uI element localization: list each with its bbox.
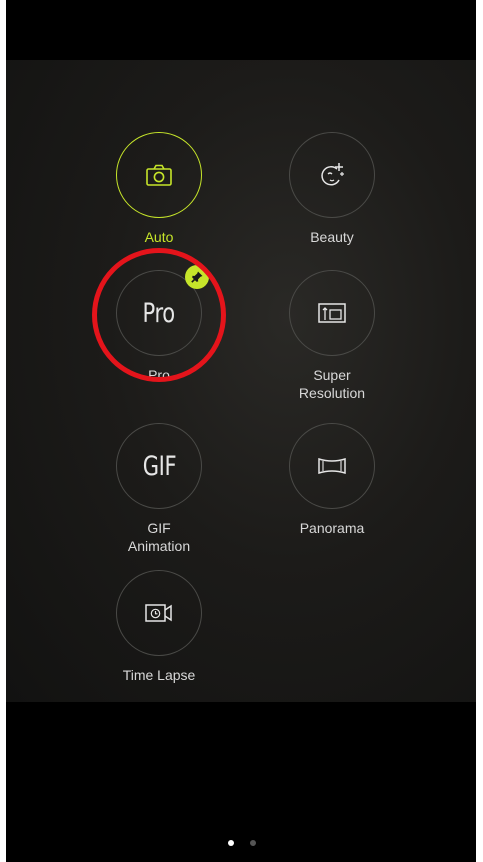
page-dot-active[interactable] (227, 840, 234, 846)
panorama-icon (318, 457, 346, 475)
mode-pro-button[interactable]: Pro (116, 265, 209, 356)
mode-panorama-button[interactable] (289, 423, 375, 509)
mode-beauty-label: Beauty (310, 229, 354, 245)
right-edge (476, 0, 483, 862)
mode-gif-animation[interactable]: GIF GIF Animation (104, 423, 214, 555)
mode-beauty-button[interactable] (289, 132, 375, 218)
mode-panorama-label: Panorama (299, 520, 365, 536)
page-dot-inactive[interactable] (249, 840, 256, 846)
camera-mode-screen: Auto Beauty Pro Pro Super Resolution GIF… (0, 0, 483, 862)
super-resolution-icon (318, 303, 346, 323)
mode-panorama[interactable]: Panorama (277, 423, 387, 537)
mode-super-resolution-label: Super Resolution (298, 367, 366, 401)
mode-time-lapse-button[interactable] (116, 570, 202, 656)
mode-super-resolution[interactable]: Super Resolution (277, 270, 387, 402)
bottom-area (6, 702, 476, 862)
mode-panel (6, 60, 476, 702)
mode-gif-circle-text: GIF (142, 450, 176, 482)
left-edge (0, 0, 6, 862)
page-indicator (0, 840, 483, 846)
mode-auto-button[interactable] (116, 132, 202, 218)
mode-auto[interactable]: Auto (104, 132, 214, 246)
mode-time-lapse[interactable]: Time Lapse (104, 570, 214, 684)
mode-gif-animation-label: GIF Animation (127, 520, 191, 554)
pin-icon[interactable] (185, 265, 209, 289)
top-bar (6, 0, 476, 60)
mode-gif-button[interactable]: GIF (116, 423, 202, 509)
mode-beauty[interactable]: Beauty (277, 132, 387, 246)
time-lapse-icon (145, 604, 172, 622)
mode-pro-circle-text: Pro (142, 297, 176, 329)
mode-pro-label: Pro (148, 367, 170, 383)
beauty-sparkle-icon (321, 163, 344, 186)
mode-auto-label: Auto (144, 229, 174, 245)
mode-super-resolution-button[interactable] (289, 270, 375, 356)
mode-pro[interactable]: Pro Pro (104, 265, 214, 384)
mode-time-lapse-label: Time Lapse (122, 667, 196, 683)
camera-icon (146, 164, 172, 186)
